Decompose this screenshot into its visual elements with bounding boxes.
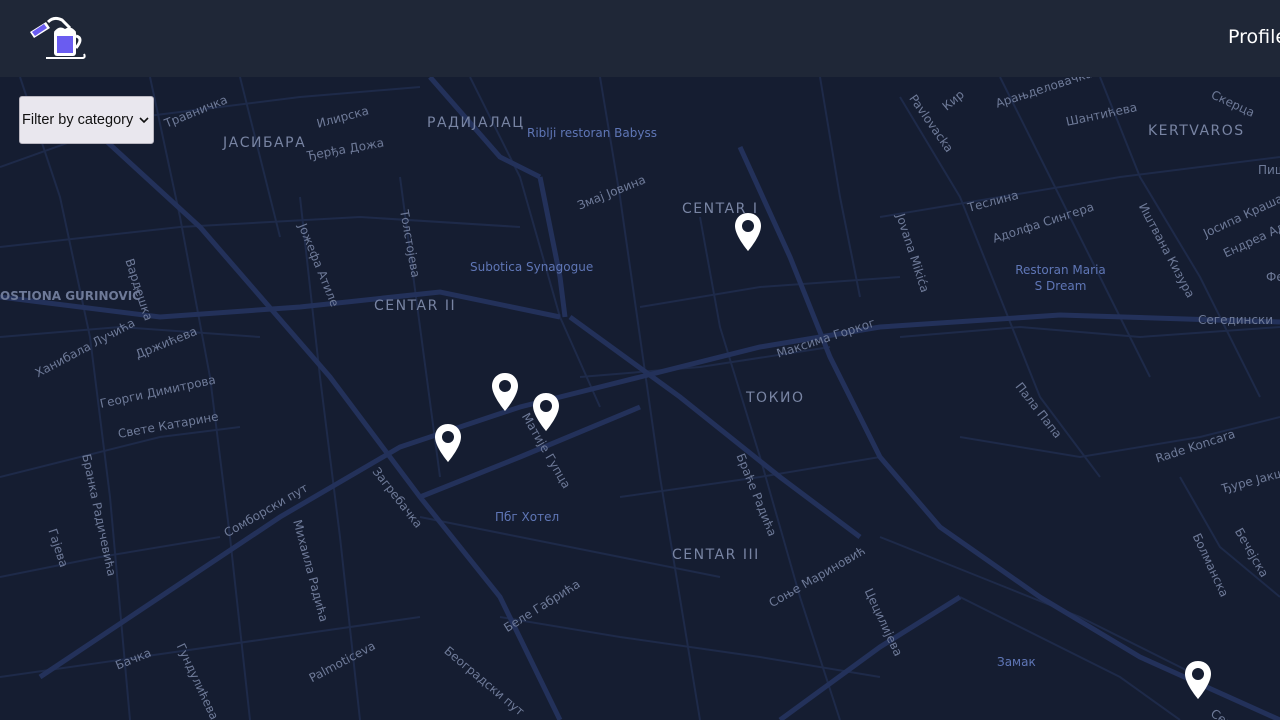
area-label: CENTAR III	[672, 547, 760, 563]
top-navigation-bar: Profile	[0, 0, 1280, 77]
area-label: ЈАСИБАРА	[223, 135, 307, 151]
poi-label: Riblji restoran Babyss	[527, 126, 657, 140]
poi-label: Restoran Maria S Dream	[1015, 263, 1106, 293]
category-filter-select[interactable]: Filter by category	[19, 96, 154, 144]
area-label: CENTAR II	[374, 298, 457, 314]
location-pin-icon[interactable]	[532, 392, 560, 432]
area-label: ТОКИО	[746, 390, 805, 406]
beer-mug-logo-icon[interactable]	[26, 14, 88, 62]
location-pin-icon[interactable]	[491, 372, 519, 412]
street-label: Фе	[1266, 270, 1280, 284]
category-filter-label: Filter by category	[22, 112, 134, 128]
location-pin-icon[interactable]	[434, 423, 462, 463]
poi-label: Пбг Хотел	[495, 510, 560, 524]
location-pin-icon[interactable]	[734, 212, 762, 252]
map-view[interactable]: ЈАСИБАРА РАДИЈАЛАЦ CENTAR I CENTAR II ТО…	[0, 77, 1280, 720]
area-label: РАДИЈАЛАЦ	[427, 115, 525, 131]
poi-label: Замак	[997, 655, 1036, 669]
location-pin-icon[interactable]	[1184, 660, 1212, 700]
area-label: OSTIONA GURINOVIĆ	[0, 289, 141, 303]
street-label: Пиш	[1258, 163, 1280, 177]
area-label: KERTVAROS	[1148, 123, 1245, 139]
chevron-down-icon	[139, 117, 149, 124]
poi-label: Subotica Synagogue	[470, 260, 594, 274]
street-label: Сегедински	[1198, 313, 1274, 327]
profile-link[interactable]: Profile	[1228, 26, 1280, 48]
